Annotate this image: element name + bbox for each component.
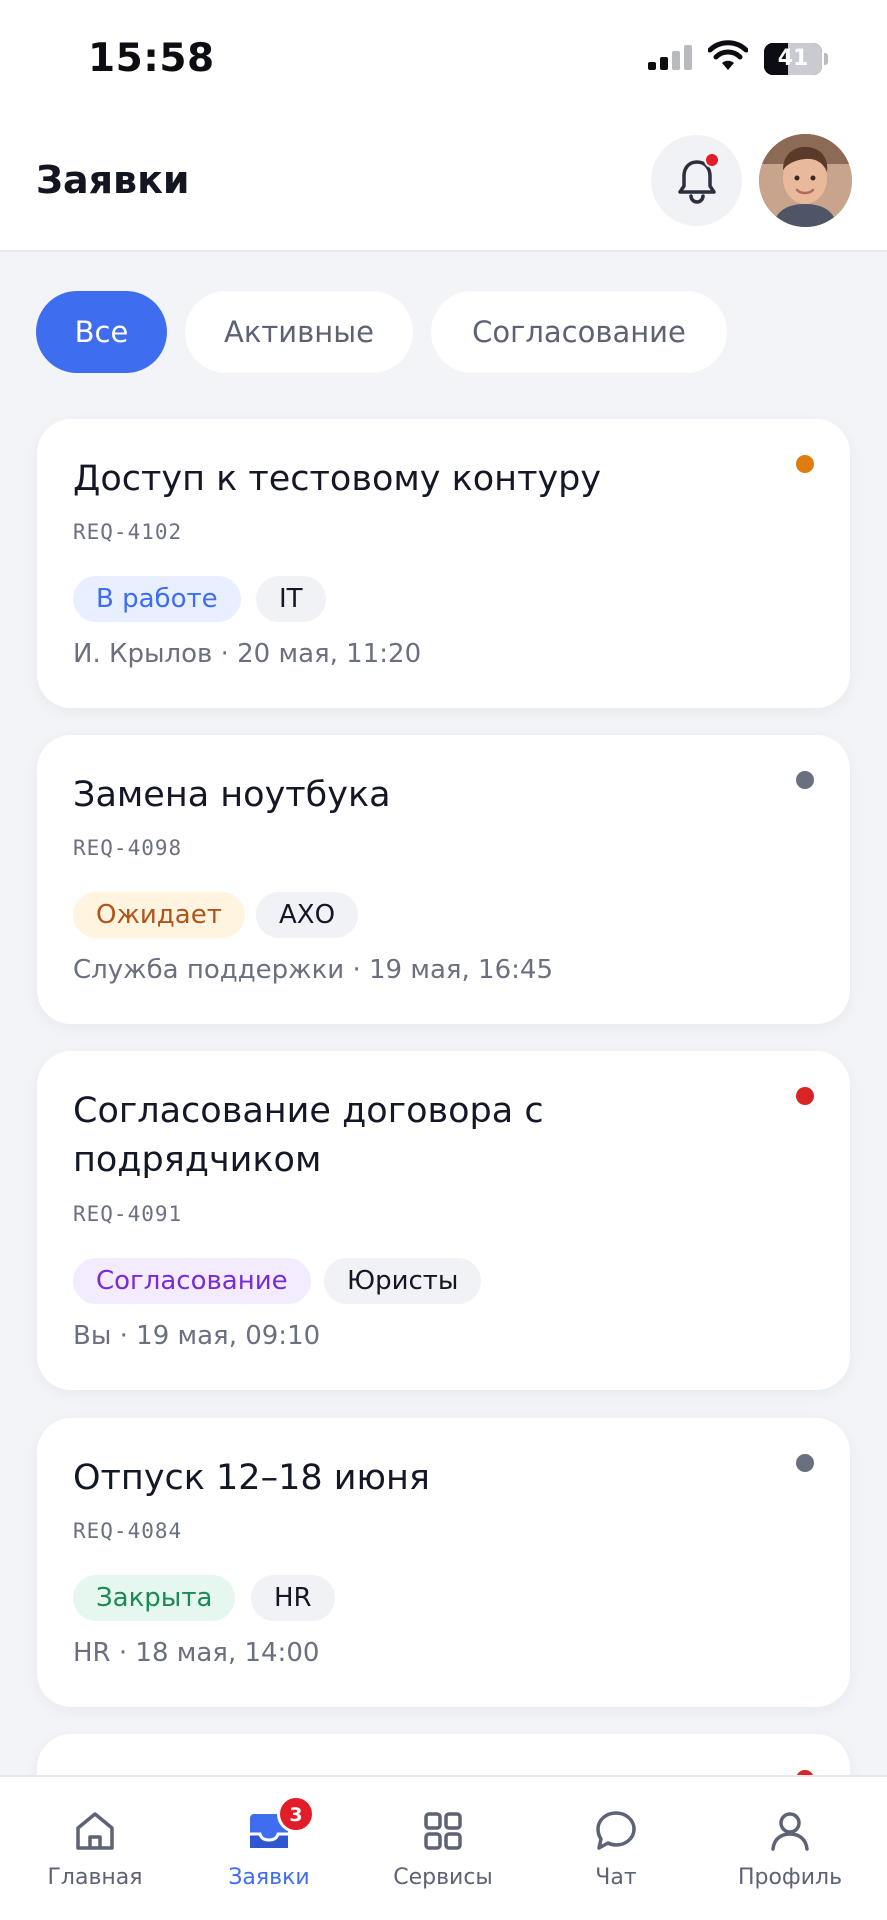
avatar-photo: [759, 134, 852, 227]
requests-count-badge: 3: [277, 1795, 315, 1833]
chat-bubble-icon: [592, 1807, 640, 1855]
filter-chip-all[interactable]: Все: [36, 291, 167, 373]
status-indicator-dot: [796, 771, 814, 789]
cellular-signal-icon: [648, 45, 692, 70]
wifi-icon: [708, 40, 748, 70]
request-title: Отпуск 12–18 июня: [73, 1458, 430, 1498]
request-code: REQ-4102: [73, 520, 183, 544]
request-title: Замена ноутбука: [73, 775, 391, 815]
battery-tip: [824, 53, 828, 65]
requests-screen: 15:58 41 Заявки Все Активные Согласовани…: [0, 0, 887, 1920]
category-badge: АХО: [256, 892, 359, 938]
nav-item-profile[interactable]: Профиль: [735, 1777, 845, 1920]
request-meta: HR · 18 мая, 14:00: [73, 1638, 320, 1668]
nav-item-chat[interactable]: Чат: [561, 1777, 671, 1920]
status-time: 15:58: [88, 36, 215, 81]
bottom-navigation: Главная 3 Заявки Сервисы Чат Профиль: [0, 1775, 887, 1920]
filter-chip-approval[interactable]: Согласование: [431, 291, 727, 373]
status-indicator-dot: [796, 1087, 814, 1105]
status-badge: Закрыта: [73, 1575, 236, 1621]
request-code: REQ-4091: [73, 1202, 183, 1226]
category-badge: IT: [256, 576, 326, 622]
nav-label-home: Главная: [47, 1865, 143, 1890]
category-badge: Юристы: [324, 1258, 482, 1304]
nav-label-requests: Заявки: [228, 1865, 310, 1890]
nav-label-services: Сервисы: [393, 1865, 493, 1890]
top-area: 15:58 41 Заявки: [0, 0, 887, 252]
filter-chip-active[interactable]: Активные: [185, 291, 413, 373]
nav-label-profile: Профиль: [737, 1865, 843, 1890]
user-icon: [766, 1807, 814, 1855]
request-meta: Служба поддержки · 19 мая, 16:45: [73, 955, 553, 985]
status-indicator-dot: [796, 455, 814, 473]
status-indicator-dot: [796, 1454, 814, 1472]
request-code: REQ-4084: [73, 1519, 183, 1543]
home-icon: [71, 1807, 119, 1855]
notification-dot: [704, 152, 720, 168]
battery-body: 41: [764, 43, 822, 75]
request-code: REQ-4098: [73, 836, 183, 860]
nav-item-requests[interactable]: 3 Заявки: [214, 1777, 324, 1920]
request-title: Согласование договора с подрядчиком: [73, 1091, 544, 1180]
status-badge: Согласование: [73, 1258, 311, 1304]
request-card[interactable]: Замена ноутбука REQ-4098 Ожидает АХО Слу…: [37, 735, 850, 1024]
request-card[interactable]: Доступ к тестовому контуру REQ-4102 В ра…: [37, 419, 850, 708]
notifications-button[interactable]: [651, 135, 742, 226]
status-badge: В работе: [73, 576, 241, 622]
user-avatar[interactable]: [759, 134, 852, 227]
nav-label-chat: Чат: [595, 1865, 637, 1890]
battery-indicator: 41: [764, 43, 828, 75]
request-title: Доступ к тестовому контуру: [73, 459, 602, 499]
category-badge: HR: [251, 1575, 335, 1621]
page-title: Заявки: [36, 158, 190, 202]
status-badge: Ожидает: [73, 892, 245, 938]
request-meta: Вы · 19 мая, 09:10: [73, 1321, 321, 1351]
battery-level: 41: [777, 46, 809, 71]
inbox-icon: 3: [245, 1795, 315, 1855]
request-card[interactable]: Отпуск 12–18 июня REQ-4084 Закрыта HR HR…: [37, 1418, 850, 1707]
grid-icon: [419, 1807, 467, 1855]
request-card[interactable]: Согласование договора с подрядчиком REQ-…: [37, 1051, 850, 1390]
nav-item-services[interactable]: Сервисы: [388, 1777, 498, 1920]
nav-item-home[interactable]: Главная: [40, 1777, 150, 1920]
request-meta: И. Крылов · 20 мая, 11:20: [73, 639, 422, 669]
